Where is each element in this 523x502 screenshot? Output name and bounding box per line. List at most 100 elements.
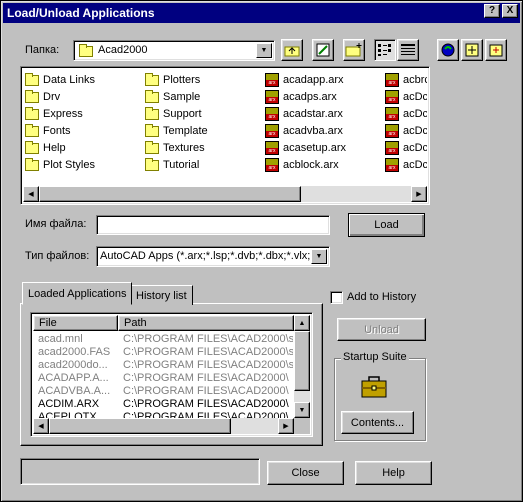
file-list-item[interactable]: acDc (385, 157, 427, 173)
file-list-item-label: acDc (403, 159, 427, 171)
chevron-down-icon[interactable]: ▼ (311, 249, 327, 264)
file-list-item[interactable]: Help (25, 140, 143, 156)
locate-button[interactable] (461, 39, 483, 61)
list-hscrollbar[interactable]: ◀ ▶ (33, 418, 294, 434)
file-list-item[interactable]: Plot Styles (25, 157, 143, 173)
up-folder-button[interactable] (281, 39, 303, 61)
table-row[interactable]: ACADVBA.A... C:\PROGRAM FILES\ACAD2000\ (33, 385, 294, 399)
file-list-item-label: Fonts (43, 125, 71, 137)
row-path: C:\PROGRAM FILES\ACAD2000\s (123, 333, 293, 345)
tab-loaded-applications[interactable]: Loaded Applications (22, 282, 133, 305)
folder-icon (79, 44, 93, 57)
file-list-item[interactable]: acadstar.arx (265, 106, 383, 122)
table-row[interactable]: ACEPLOTX... C:\PROGRAM FILES\ACAD2000\ (33, 411, 294, 418)
file-list-item[interactable]: acbrc (385, 72, 427, 88)
file-list-item[interactable]: acDc (385, 140, 427, 156)
file-list-item-label: Drv (43, 91, 61, 103)
help-title-button[interactable]: ? (484, 4, 500, 18)
file-list[interactable]: Data Links Drv Express Fonts Help Plot Styles… (20, 66, 430, 205)
file-list-hscrollbar[interactable]: ◀ ▶ (23, 186, 427, 202)
list-vscrollbar[interactable]: ▲ ▼ (294, 315, 310, 418)
look-in-combo[interactable]: Acad2000 ▼ (73, 40, 275, 61)
close-button[interactable]: Close (267, 461, 344, 485)
table-row[interactable]: ACDIM.ARX C:\PROGRAM FILES\ACAD2000\ (33, 398, 294, 412)
add-to-history-checkbox[interactable] (330, 291, 343, 304)
file-list-item[interactable]: Support (145, 106, 263, 122)
file-list-item-label: acadstar.arx (283, 108, 343, 120)
arx-file-icon (385, 158, 399, 172)
help-button[interactable]: Help (355, 461, 432, 485)
scroll-right-icon[interactable]: ▶ (411, 186, 427, 202)
file-list-item-label: Express (43, 108, 83, 120)
contents-button[interactable]: Contents... (341, 411, 414, 434)
table-row[interactable]: ACADAPP.A... C:\PROGRAM FILES\ACAD2000\ (33, 372, 294, 386)
file-list-item[interactable]: Express (25, 106, 143, 122)
arx-file-icon (265, 73, 279, 87)
file-list-item[interactable]: Drv (25, 89, 143, 105)
scroll-right-icon[interactable]: ▶ (278, 418, 294, 434)
close-title-button[interactable]: X (502, 4, 518, 18)
browse-button[interactable] (485, 39, 507, 61)
file-list-item-label: Textures (163, 142, 205, 154)
file-list-item[interactable]: acDc (385, 89, 427, 105)
chevron-down-icon[interactable]: ▼ (256, 43, 272, 58)
scroll-thumb[interactable] (294, 331, 310, 391)
scroll-up-icon[interactable]: ▲ (294, 315, 310, 331)
row-file: ACEPLOTX... (38, 411, 106, 418)
unload-button[interactable]: Unload (337, 318, 426, 341)
file-list-item-label: acadapp.arx (283, 74, 344, 86)
browse-icon (489, 44, 503, 57)
file-list-item[interactable]: acadvba.arx (265, 123, 383, 139)
scroll-down-icon[interactable]: ▼ (294, 402, 310, 418)
find-icon (441, 43, 455, 57)
arx-file-icon (385, 90, 399, 104)
file-list-item[interactable]: Template (145, 123, 263, 139)
row-path: C:\PROGRAM FILES\ACAD2000\s (123, 346, 293, 358)
file-list-item[interactable]: Fonts (25, 123, 143, 139)
startup-suite-title: Startup Suite (341, 351, 409, 363)
file-list-item[interactable]: acadps.arx (265, 89, 383, 105)
file-list-item[interactable]: acDc (385, 123, 427, 139)
column-header-file[interactable]: File (33, 315, 118, 331)
find-button[interactable] (437, 39, 459, 61)
filetype-combo[interactable]: AutoCAD Apps (*.arx;*.lsp;*.dvb;*.dbx;*.… (96, 246, 330, 267)
file-list-item[interactable]: Sample (145, 89, 263, 105)
scroll-thumb[interactable] (49, 418, 231, 434)
favorites-button[interactable] (312, 39, 334, 61)
new-folder-button[interactable] (343, 39, 365, 61)
column-header-path[interactable]: Path (118, 315, 294, 331)
list-view-icon (378, 44, 391, 56)
row-path: C:\PROGRAM FILES\ACAD2000\ (123, 385, 289, 397)
file-list-item[interactable]: Data Links (25, 72, 143, 88)
folder-icon (25, 72, 39, 86)
file-list-item[interactable]: Plotters (145, 72, 263, 88)
file-list-item[interactable]: Textures (145, 140, 263, 156)
arx-file-icon (265, 124, 279, 138)
file-list-item-label: acadps.arx (283, 91, 337, 103)
file-list-item[interactable]: acblock.arx (265, 157, 383, 173)
filename-input[interactable] (96, 215, 330, 235)
loaded-apps-list[interactable]: File Path acad.mnl C:\PROGRAM FILES\ACAD2… (30, 312, 313, 437)
list-view-button[interactable] (374, 39, 396, 61)
file-list-item-label: acDc (403, 142, 427, 154)
folder-icon (145, 106, 159, 120)
title-bar: Load/Unload Applications (3, 3, 520, 23)
table-row[interactable]: acad2000do... C:\PROGRAM FILES\ACAD2000\s (33, 359, 294, 373)
tab-history-list[interactable]: History list (130, 285, 193, 305)
table-row[interactable]: acad2000.FAS C:\PROGRAM FILES\ACAD2000\s (33, 346, 294, 360)
scroll-thumb[interactable] (39, 186, 301, 202)
load-button[interactable]: Load (348, 213, 425, 237)
scroll-left-icon[interactable]: ◀ (33, 418, 49, 434)
file-list-item-label: acblock.arx (283, 159, 339, 171)
file-list-item[interactable]: acadapp.arx (265, 72, 383, 88)
file-list-item[interactable]: acasetup.arx (265, 140, 383, 156)
file-list-item[interactable]: Tutorial (145, 157, 263, 173)
arx-file-icon (265, 90, 279, 104)
row-path: C:\PROGRAM FILES\ACAD2000\ (123, 372, 289, 384)
file-list-item[interactable]: acDc (385, 106, 427, 122)
scroll-left-icon[interactable]: ◀ (23, 186, 39, 202)
details-view-button[interactable] (397, 39, 419, 61)
table-row[interactable]: acad.mnl C:\PROGRAM FILES\ACAD2000\s (33, 333, 294, 347)
folder-icon (25, 106, 39, 120)
folder-icon (25, 123, 39, 137)
